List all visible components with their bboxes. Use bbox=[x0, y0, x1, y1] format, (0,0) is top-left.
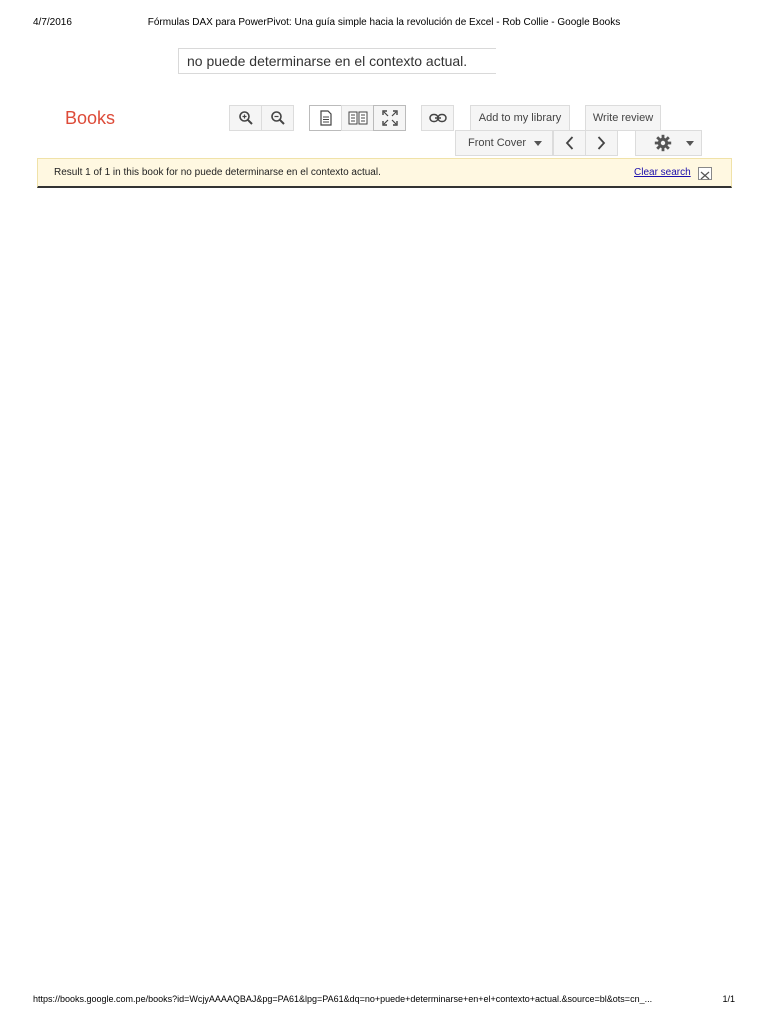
books-logo[interactable]: Books bbox=[65, 108, 115, 129]
add-to-library-button[interactable]: Add to my library bbox=[470, 105, 570, 131]
zoom-out-button[interactable] bbox=[261, 105, 294, 131]
chevron-left-icon bbox=[565, 136, 574, 150]
clear-search-link[interactable]: Clear search bbox=[634, 167, 691, 178]
next-page-button[interactable] bbox=[585, 130, 618, 156]
close-icon[interactable] bbox=[698, 167, 712, 180]
zoom-in-icon bbox=[238, 110, 254, 126]
link-icon bbox=[428, 113, 447, 123]
link-button[interactable] bbox=[421, 105, 454, 131]
chevron-right-icon bbox=[597, 136, 606, 150]
gear-icon bbox=[654, 134, 672, 152]
caret-down-icon bbox=[534, 140, 543, 146]
single-page-icon bbox=[319, 110, 333, 126]
print-title: Fórmulas DAX para PowerPivot: Una guía s… bbox=[147, 17, 621, 28]
print-url: https://books.google.com.pe/books?id=Wcj… bbox=[33, 994, 653, 1004]
zoom-in-button[interactable] bbox=[229, 105, 262, 131]
caret-down-icon bbox=[686, 140, 694, 146]
search-result-bar: Result 1 of 1 in this book for no puede … bbox=[37, 158, 732, 188]
front-cover-dropdown[interactable]: Front Cover bbox=[455, 130, 553, 156]
two-page-icon bbox=[348, 111, 368, 125]
print-page-number: 1/1 bbox=[722, 994, 735, 1004]
front-cover-label: Front Cover bbox=[468, 137, 527, 149]
settings-menu-button[interactable] bbox=[635, 130, 702, 156]
print-header: 4/7/2016 Fórmulas DAX para PowerPivot: U… bbox=[33, 17, 735, 31]
single-page-view-button[interactable] bbox=[309, 105, 342, 131]
fullscreen-icon bbox=[381, 110, 398, 126]
write-review-button[interactable]: Write review bbox=[585, 105, 661, 131]
search-input[interactable]: no puede determinarse en el contexto act… bbox=[178, 48, 496, 74]
previous-page-button[interactable] bbox=[553, 130, 586, 156]
fullscreen-button[interactable] bbox=[373, 105, 406, 131]
two-page-view-button[interactable] bbox=[341, 105, 374, 131]
zoom-out-icon bbox=[270, 110, 286, 126]
print-footer: https://books.google.com.pe/books?id=Wcj… bbox=[33, 994, 735, 1008]
search-result-text: Result 1 of 1 in this book for no puede … bbox=[54, 167, 381, 178]
